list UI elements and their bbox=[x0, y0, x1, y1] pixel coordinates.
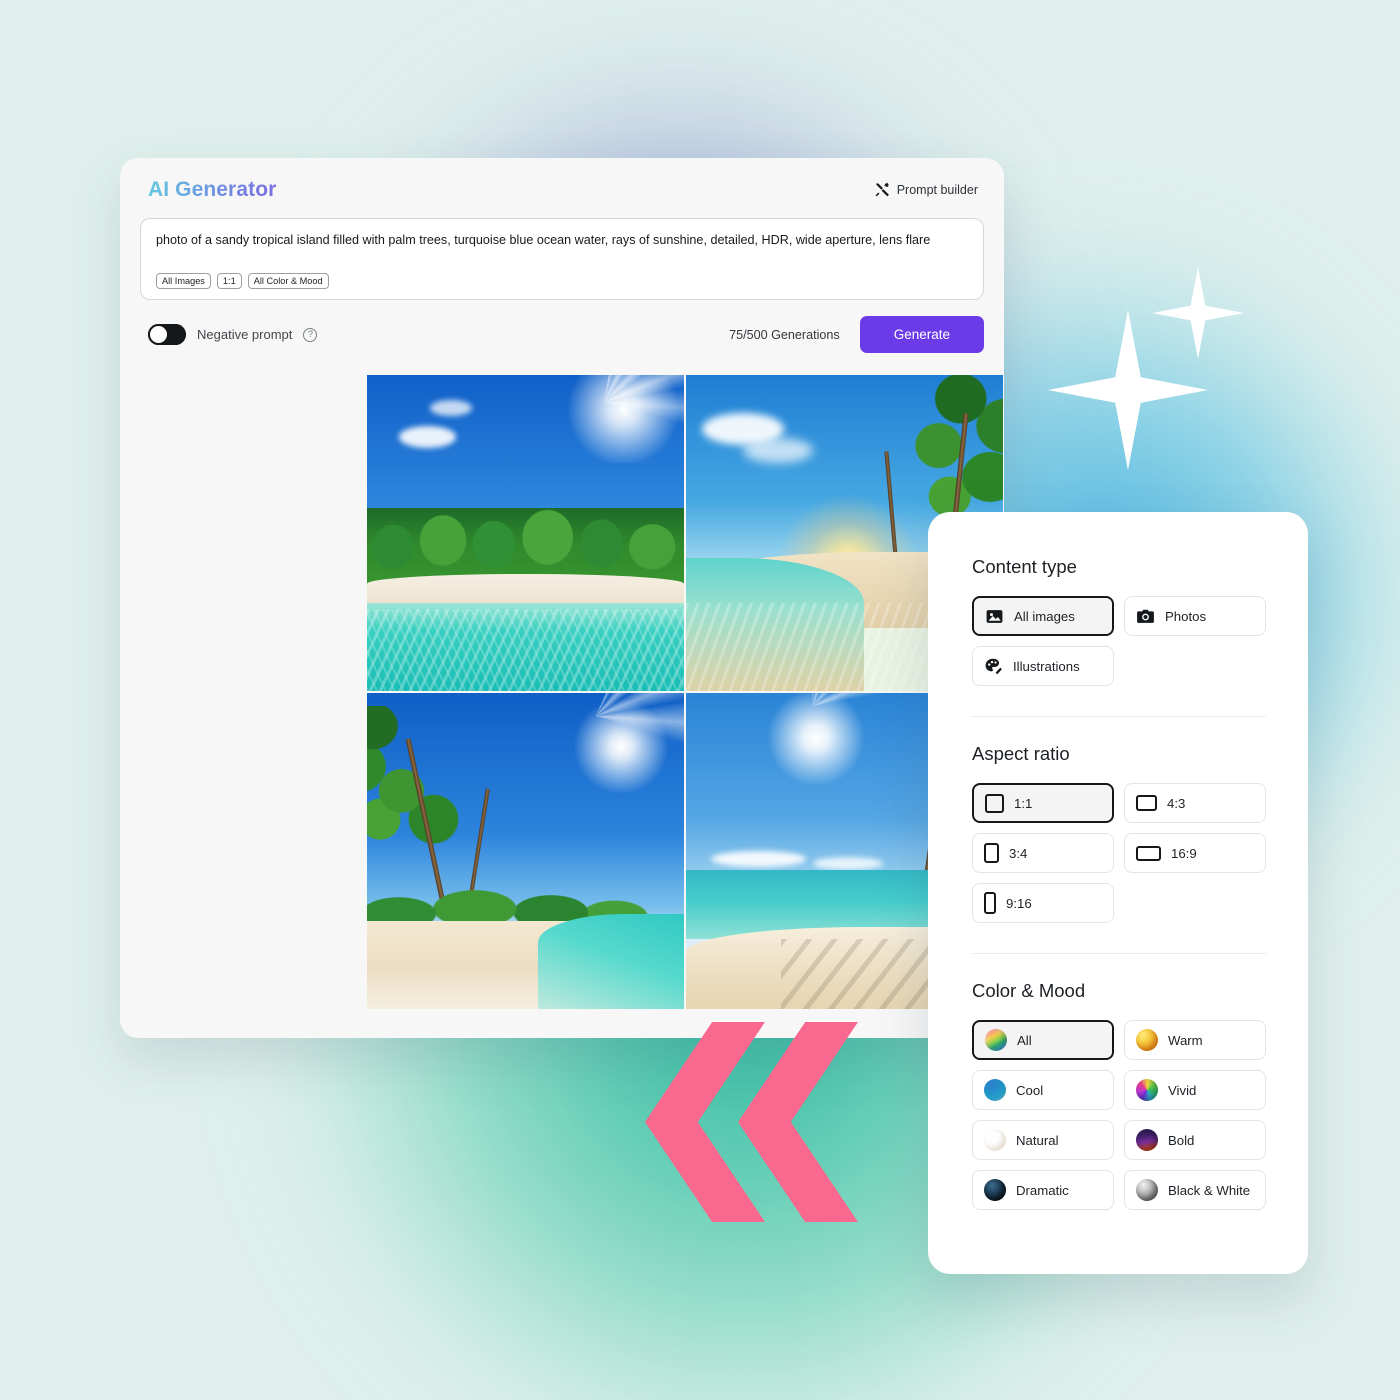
color-mood-label: Natural bbox=[1016, 1132, 1059, 1148]
question-mark-icon[interactable]: ? bbox=[303, 327, 318, 342]
aspect-ratio-4-3[interactable]: 4:3 bbox=[1124, 783, 1266, 823]
generated-image-1[interactable] bbox=[367, 375, 684, 691]
color-mood-label: Black & White bbox=[1168, 1182, 1251, 1198]
image-icon bbox=[985, 607, 1004, 626]
content-type-label: Photos bbox=[1165, 608, 1207, 624]
palette-icon bbox=[984, 657, 1003, 676]
aspect-ratio-label: 3:4 bbox=[1009, 845, 1028, 861]
square-ratio-icon bbox=[985, 793, 1004, 813]
chip-content-type[interactable]: All Images bbox=[156, 272, 211, 289]
prompt-builder-label: Prompt builder bbox=[896, 183, 978, 197]
aspect-ratio-options: 1:1 4:3 3:4 16:9 9:16 bbox=[972, 783, 1266, 923]
prompt-builder-button[interactable]: Prompt builder bbox=[874, 182, 978, 198]
settings-panel: Content type All images Photos Illustrat… bbox=[928, 512, 1308, 1274]
color-mood-label: Bold bbox=[1168, 1132, 1195, 1148]
vivid-sphere-icon bbox=[1136, 1079, 1158, 1101]
color-mood-bold[interactable]: Bold bbox=[1124, 1120, 1266, 1160]
warm-sphere-icon bbox=[1136, 1029, 1158, 1051]
color-mood-vivid[interactable]: Vivid bbox=[1124, 1070, 1266, 1110]
grayscale-sphere-icon bbox=[1136, 1179, 1158, 1201]
color-mood-title: Color & Mood bbox=[972, 980, 1086, 1001]
panel-divider-1 bbox=[972, 716, 1266, 717]
content-type-label: All images bbox=[1014, 608, 1075, 624]
color-mood-black-white[interactable]: Black & White bbox=[1124, 1170, 1266, 1210]
content-type-photos[interactable]: Photos bbox=[1124, 596, 1266, 636]
content-type-title: Content type bbox=[972, 556, 1077, 577]
negative-prompt-label: Negative prompt bbox=[197, 327, 293, 342]
content-type-options: All images Photos Illustrations bbox=[972, 596, 1266, 686]
cool-sphere-icon bbox=[984, 1079, 1006, 1101]
negative-prompt-toggle[interactable] bbox=[148, 324, 186, 345]
tall-ratio-icon bbox=[984, 892, 996, 914]
card-header: AI Generator Prompt builder bbox=[120, 158, 1004, 208]
aspect-ratio-title: Aspect ratio bbox=[972, 743, 1070, 764]
generated-images-grid bbox=[367, 375, 1003, 1009]
generate-button[interactable]: Generate bbox=[859, 316, 984, 353]
dramatic-sphere-icon bbox=[984, 1179, 1006, 1201]
color-mood-all[interactable]: All bbox=[972, 1020, 1114, 1060]
generations-counter: 75/500 Generations bbox=[729, 327, 840, 342]
double-chevron-left-icon bbox=[645, 1022, 875, 1222]
toggle-knob bbox=[150, 326, 167, 343]
chip-aspect-ratio[interactable]: 1:1 bbox=[216, 272, 242, 289]
natural-sphere-icon bbox=[984, 1129, 1006, 1151]
camera-icon bbox=[1136, 607, 1155, 626]
aspect-ratio-label: 16:9 bbox=[1171, 845, 1197, 861]
content-type-all-images[interactable]: All images bbox=[972, 596, 1114, 636]
aspect-ratio-3-4[interactable]: 3:4 bbox=[972, 833, 1114, 873]
color-mood-warm[interactable]: Warm bbox=[1124, 1020, 1266, 1060]
bold-sphere-icon bbox=[1136, 1129, 1158, 1151]
aspect-ratio-1-1[interactable]: 1:1 bbox=[972, 783, 1114, 823]
color-mood-cool[interactable]: Cool bbox=[972, 1070, 1114, 1110]
chip-color-mood[interactable]: All Color & Mood bbox=[247, 272, 329, 289]
panel-divider-2 bbox=[972, 953, 1266, 954]
page-title: AI Generator bbox=[148, 178, 277, 201]
color-mood-label: Vivid bbox=[1168, 1082, 1197, 1098]
aspect-ratio-label: 1:1 bbox=[1014, 795, 1033, 811]
color-mood-label: All bbox=[1017, 1032, 1032, 1048]
prompt-input-area[interactable]: photo of a sandy tropical island filled … bbox=[140, 218, 984, 300]
color-mood-natural[interactable]: Natural bbox=[972, 1120, 1114, 1160]
prompt-filter-chips: All Images 1:1 All Color & Mood bbox=[156, 272, 968, 289]
color-mood-label: Warm bbox=[1168, 1032, 1203, 1048]
content-type-label: Illustrations bbox=[1013, 658, 1080, 674]
ai-generator-card: AI Generator Prompt builder photo of a s… bbox=[120, 158, 1004, 1038]
prompt-text[interactable]: photo of a sandy tropical island filled … bbox=[156, 232, 968, 248]
tools-icon bbox=[874, 182, 890, 198]
content-type-illustrations[interactable]: Illustrations bbox=[972, 646, 1114, 686]
color-mood-label: Cool bbox=[1016, 1082, 1044, 1098]
color-mood-label: Dramatic bbox=[1016, 1182, 1069, 1198]
generator-controls: Negative prompt ? 75/500 Generations Gen… bbox=[120, 300, 1004, 353]
aspect-ratio-9-16[interactable]: 9:16 bbox=[972, 883, 1114, 923]
chevron-left-icon-2 bbox=[738, 1022, 858, 1222]
color-mood-dramatic[interactable]: Dramatic bbox=[972, 1170, 1114, 1210]
generated-image-3[interactable] bbox=[367, 693, 684, 1009]
color-mood-options: All Warm Cool Vivid Natural Bold Dramati… bbox=[972, 1020, 1266, 1210]
portrait-ratio-icon bbox=[984, 843, 999, 863]
aspect-ratio-label: 4:3 bbox=[1167, 795, 1186, 811]
generate-group: 75/500 Generations Generate bbox=[729, 316, 984, 353]
wide-ratio-icon bbox=[1136, 845, 1161, 861]
negative-prompt-group: Negative prompt ? bbox=[148, 324, 318, 345]
aspect-ratio-label: 9:16 bbox=[1006, 895, 1032, 911]
aspect-ratio-16-9[interactable]: 16:9 bbox=[1124, 833, 1266, 873]
rainbow-sphere-icon bbox=[985, 1029, 1007, 1051]
landscape-ratio-icon bbox=[1136, 795, 1157, 811]
